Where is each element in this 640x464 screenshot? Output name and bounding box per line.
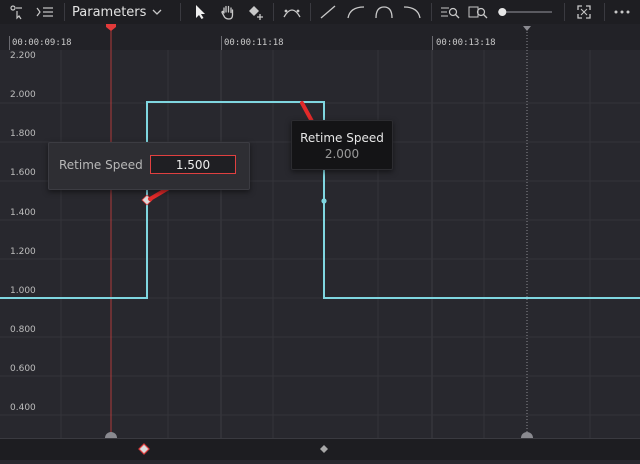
grid-vertical [60,50,591,438]
keyframe[interactable] [321,198,327,204]
tooltip-label: Retime Speed [300,131,384,145]
keyframe-track[interactable] [0,438,640,460]
retime-speed-label: Retime Speed [59,158,143,172]
retime-speed-tooltip: Retime Speed 2.000 [291,120,393,170]
playhead-marker[interactable] [106,24,116,31]
y-axis-label: 1.400 [10,208,36,218]
y-axis-label: 1.000 [10,286,36,296]
out-point-marker[interactable] [523,26,531,31]
y-axis-label: 1.600 [10,168,36,178]
y-axis-label: 1.200 [10,247,36,257]
curve-graph[interactable]: 2.200 2.000 1.800 1.600 1.400 1.200 1.00… [0,0,640,459]
y-axis-label: 0.800 [10,325,36,335]
retime-speed-input[interactable] [150,155,236,174]
y-axis-label: 0.600 [10,364,36,374]
track-keyframe[interactable] [320,445,328,453]
y-axis-label: 2.200 [10,51,36,61]
y-axis-label: 1.800 [10,129,36,139]
y-axis-label: 2.000 [10,90,36,100]
retime-speed-editor: Retime Speed [48,142,250,190]
tooltip-value: 2.000 [324,147,360,161]
track-keyframe-selected[interactable] [138,443,150,455]
y-axis-label: 0.400 [10,403,36,413]
